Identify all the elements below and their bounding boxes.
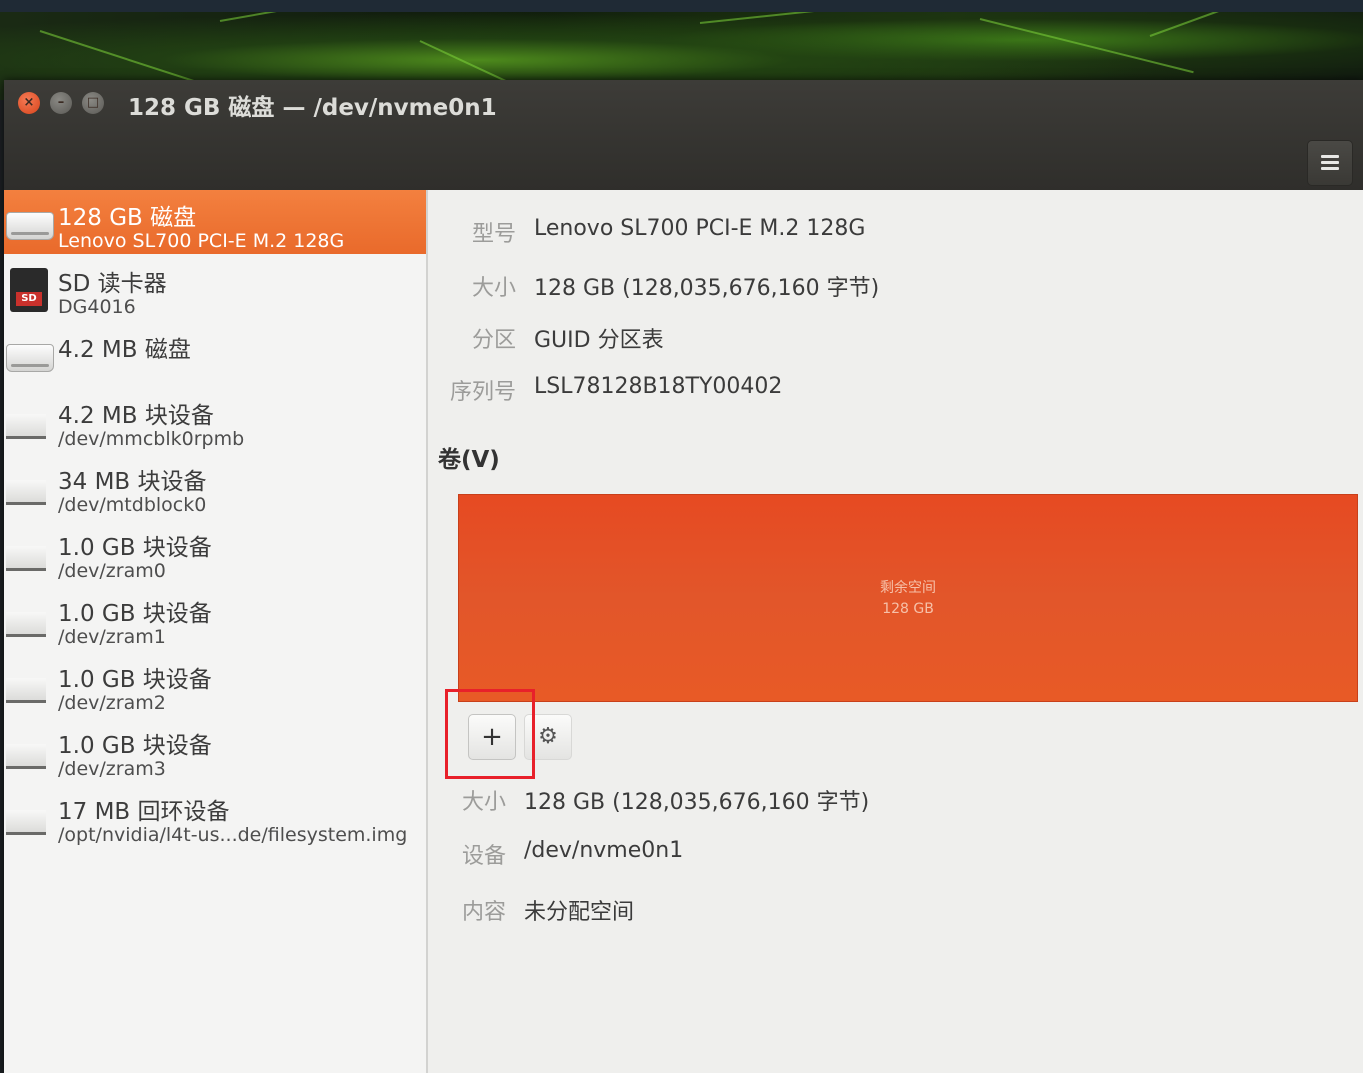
top-panel	[0, 0, 1363, 12]
app-menu-button[interactable]	[1307, 140, 1353, 186]
model-label: 型号	[471, 222, 516, 247]
minimize-button[interactable]: –	[50, 92, 72, 114]
device-name: 1.0 GB 块设备	[58, 733, 212, 759]
segment-title: 剩余空间	[880, 580, 936, 596]
partitioning-label: 分区	[471, 328, 516, 353]
block-device-icon	[6, 800, 52, 835]
size-value: 128 GB (128,035,676,160 字节)	[534, 276, 880, 301]
partitioning-value: GUID 分区表	[534, 328, 664, 353]
block-device-icon	[6, 470, 52, 505]
device-subtitle: /dev/zram0	[58, 560, 166, 582]
device-item[interactable]: 1.0 GB 块设备 /dev/zram2	[4, 652, 426, 716]
volume-size-label: 大小	[461, 790, 506, 815]
device-item[interactable]: 17 MB 回环设备 /opt/nvidia/l4t-us...de/files…	[4, 784, 426, 848]
device-item[interactable]: 1.0 GB 块设备 /dev/zram0	[4, 520, 426, 584]
close-button[interactable]: ×	[18, 92, 40, 114]
device-name: 4.2 MB 块设备	[58, 403, 214, 429]
block-device-icon	[6, 668, 52, 703]
serial-value: LSL78128B18TY00402	[534, 374, 783, 399]
device-name: 1.0 GB 块设备	[58, 535, 212, 561]
device-name: 1.0 GB 块设备	[58, 601, 212, 627]
device-subtitle: /dev/zram3	[58, 758, 166, 780]
device-name: 34 MB 块设备	[58, 469, 207, 495]
block-device-icon	[6, 536, 52, 571]
disk-icon	[6, 206, 54, 240]
block-device-icon	[6, 602, 52, 637]
volume-size-value: 128 GB (128,035,676,160 字节)	[524, 790, 870, 815]
segment-size: 128 GB	[882, 601, 934, 617]
device-name: 17 MB 回环设备	[58, 799, 230, 825]
title-bar: × – □ 128 GB 磁盘 — /dev/nvme0n1	[4, 80, 1363, 190]
device-subtitle: DG4016	[58, 296, 136, 318]
disk-details: 型号 Lenovo SL700 PCI-E M.2 128G 大小 128 GB…	[428, 190, 1363, 1073]
device-list: 128 GB 磁盘 Lenovo SL700 PCI-E M.2 128G SD…	[4, 190, 428, 1073]
disk-icon	[6, 338, 54, 372]
maximize-icon: □	[86, 95, 100, 110]
block-device-icon	[6, 734, 52, 769]
volume-device-label: 设备	[461, 844, 506, 869]
device-item[interactable]: SD SD 读卡器 DG4016	[4, 256, 426, 320]
device-subtitle: /dev/zram2	[58, 692, 166, 714]
minimize-icon: –	[57, 95, 65, 110]
device-item[interactable]: 34 MB 块设备 /dev/mtdblock0	[4, 454, 426, 518]
device-subtitle: /dev/mmcblk0rpmb	[58, 428, 245, 450]
volume-contents-value: 未分配空间	[524, 900, 635, 925]
device-subtitle: /dev/mtdblock0	[58, 494, 207, 516]
device-item[interactable]: 1.0 GB 块设备 /dev/zram3	[4, 718, 426, 782]
device-item[interactable]: 128 GB 磁盘 Lenovo SL700 PCI-E M.2 128G	[4, 190, 426, 254]
size-label: 大小	[471, 276, 516, 301]
device-subtitle: /opt/nvidia/l4t-us...de/filesystem.img	[58, 824, 408, 846]
model-value: Lenovo SL700 PCI-E M.2 128G	[534, 216, 866, 241]
device-item[interactable]: 4.2 MB 磁盘	[4, 322, 426, 386]
device-item[interactable]: 4.2 MB 块设备 /dev/mmcblk0rpmb	[4, 388, 426, 452]
sd-card-icon: SD	[6, 268, 52, 312]
device-name: 4.2 MB 磁盘	[58, 337, 191, 363]
window-title: 128 GB 磁盘 — /dev/nvme0n1	[128, 95, 497, 121]
block-device-icon	[6, 404, 52, 439]
serial-label: 序列号	[449, 380, 516, 405]
close-icon: ×	[23, 95, 35, 110]
device-name: SD 读卡器	[58, 271, 167, 297]
maximize-button[interactable]: □	[82, 92, 104, 114]
device-subtitle: Lenovo SL700 PCI-E M.2 128G	[58, 230, 345, 252]
device-name: 128 GB 磁盘	[58, 205, 197, 231]
volumes-heading: 卷(V)	[438, 447, 500, 473]
highlight-box	[445, 689, 535, 779]
volume-device-value: /dev/nvme0n1	[524, 838, 684, 863]
free-space-segment[interactable]: 剩余空间 128 GB	[458, 494, 1358, 702]
volume-contents-label: 内容	[461, 900, 506, 925]
device-name: 1.0 GB 块设备	[58, 667, 212, 693]
device-subtitle: /dev/zram1	[58, 626, 166, 648]
device-item[interactable]: 1.0 GB 块设备 /dev/zram1	[4, 586, 426, 650]
disks-window: × – □ 128 GB 磁盘 — /dev/nvme0n1 128 GB 磁盘…	[4, 80, 1363, 1073]
